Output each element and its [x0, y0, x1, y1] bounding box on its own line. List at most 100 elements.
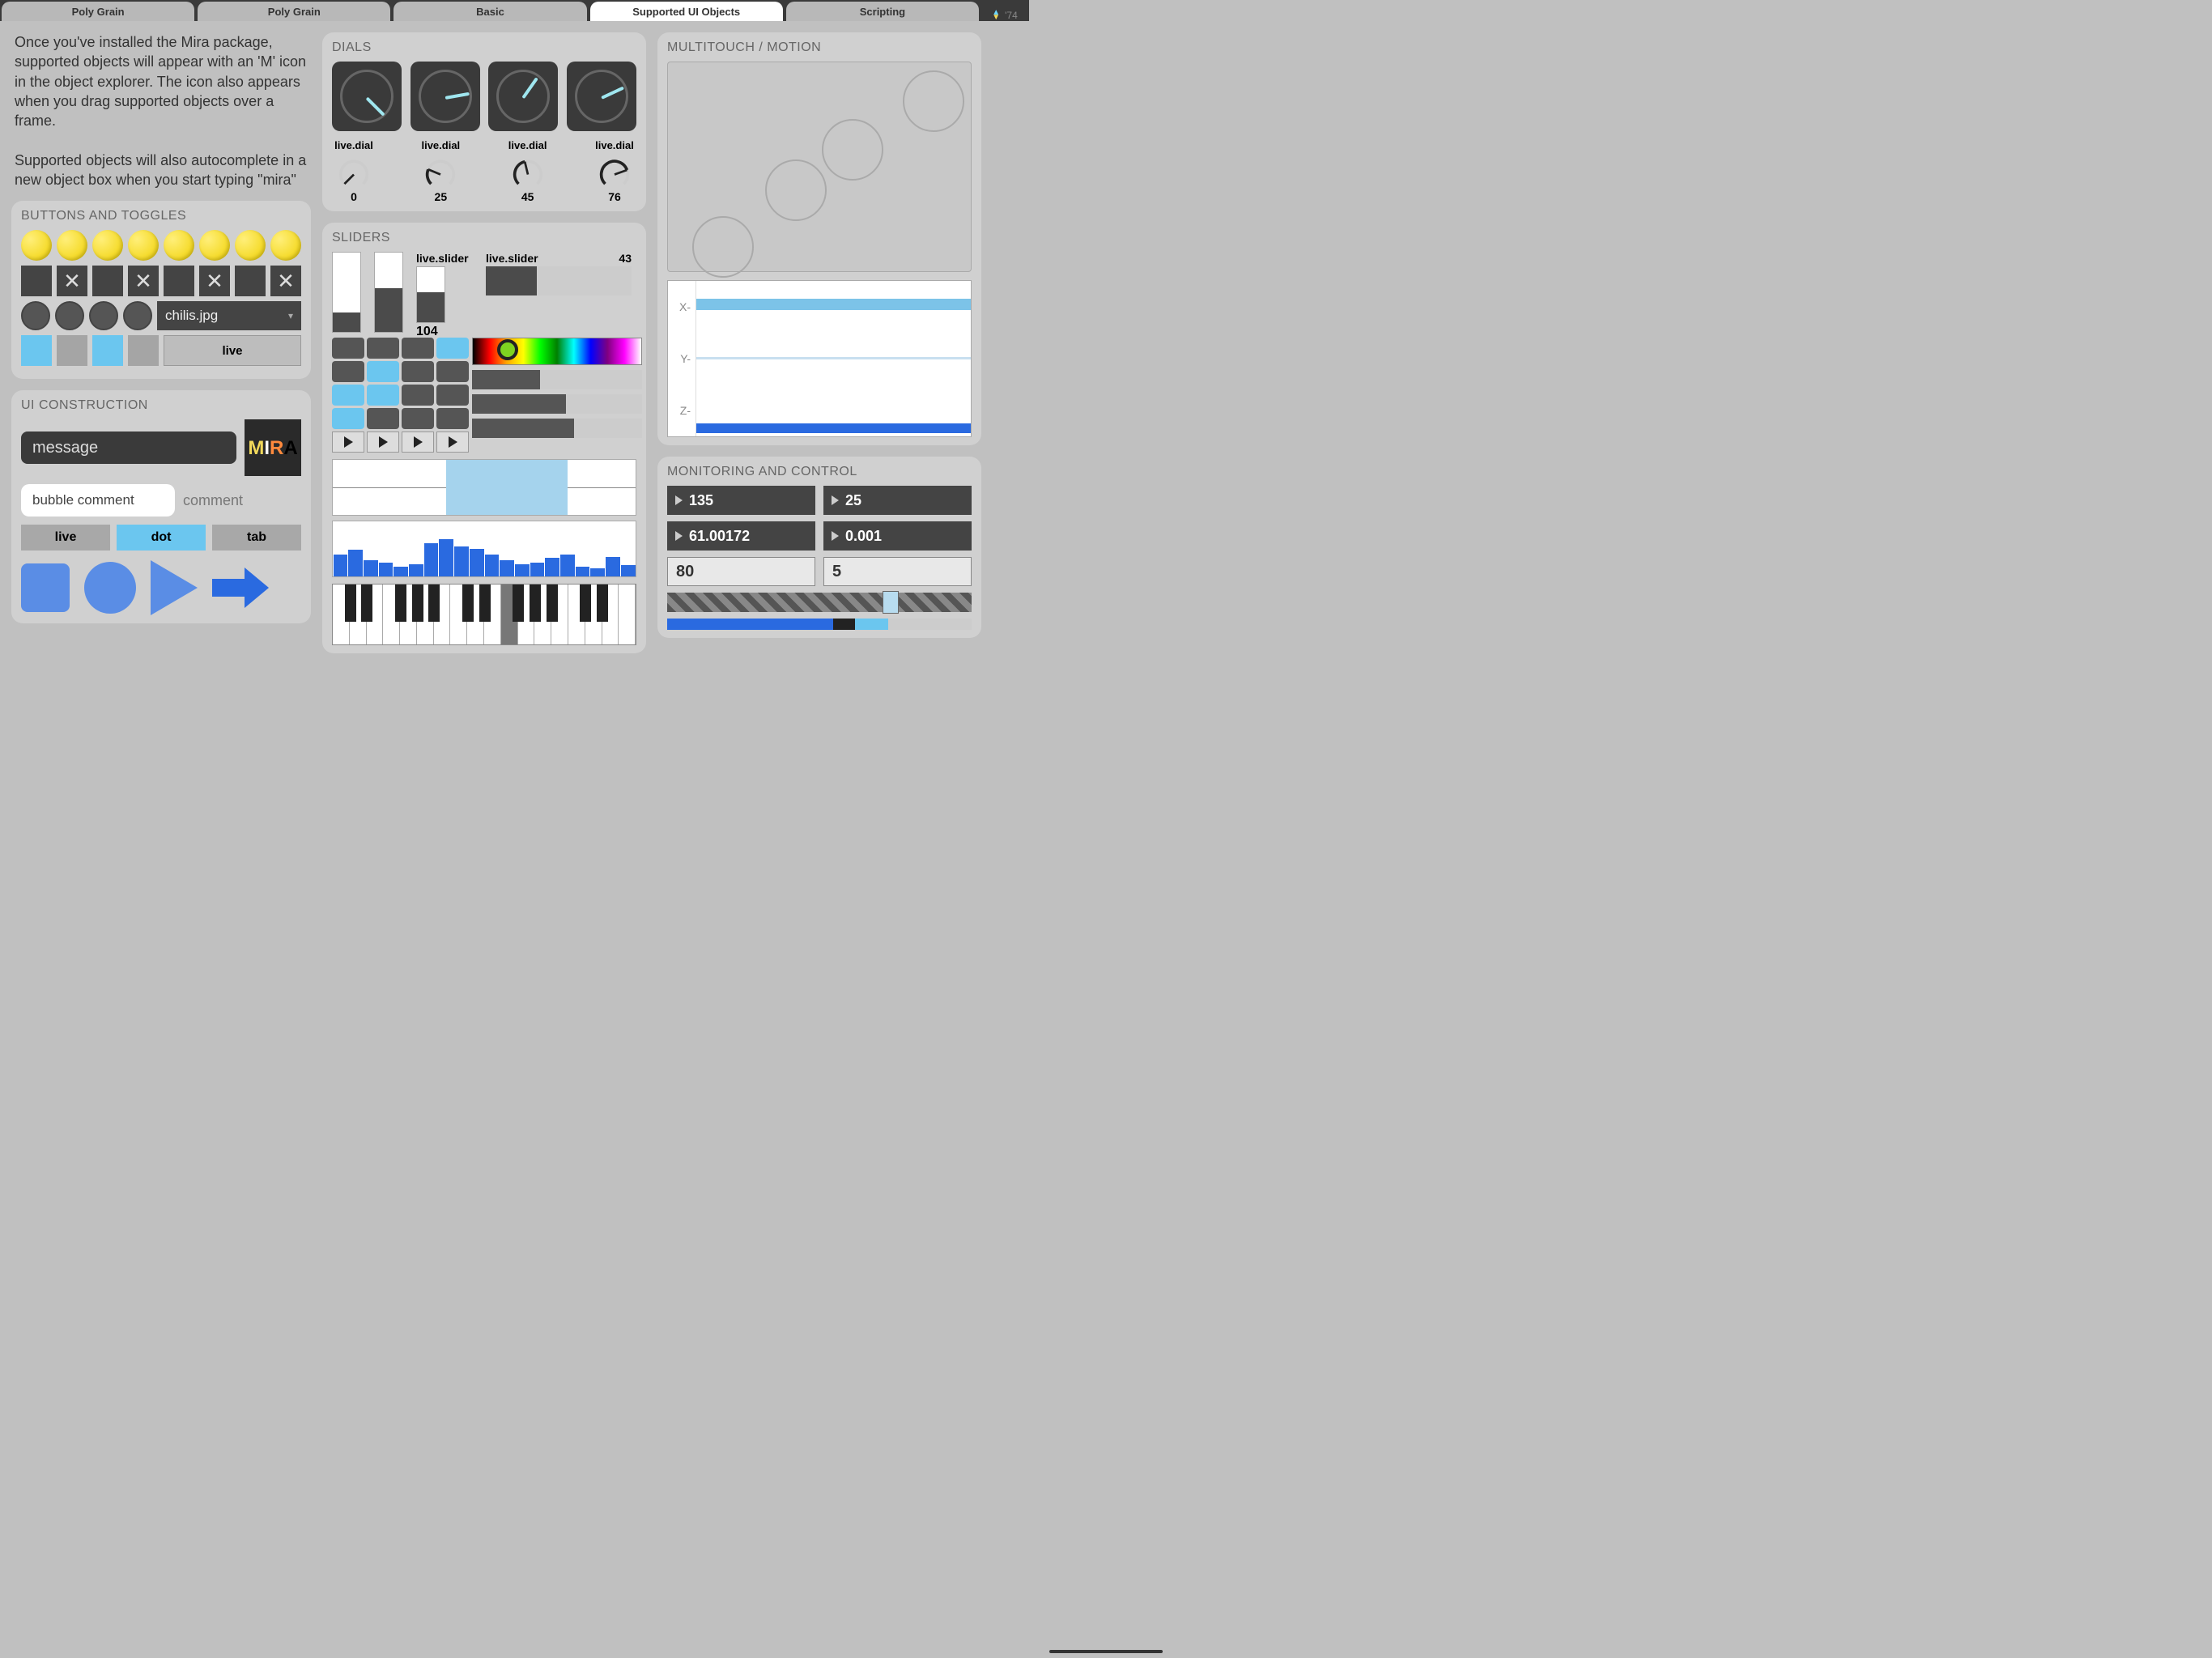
toggle[interactable]	[57, 266, 87, 296]
dial[interactable]	[488, 62, 558, 131]
live-text-button[interactable]: live	[164, 335, 301, 366]
touch-point[interactable]	[692, 216, 754, 278]
grid-cell[interactable]	[402, 385, 434, 406]
toggle[interactable]	[128, 266, 159, 296]
bang-button[interactable]	[270, 230, 301, 261]
toggle[interactable]	[92, 266, 123, 296]
piano-black-key[interactable]	[513, 585, 524, 622]
bang-button[interactable]	[235, 230, 266, 261]
slider-vertical[interactable]	[332, 252, 361, 333]
play-button[interactable]	[332, 432, 364, 453]
piano-black-key[interactable]	[428, 585, 440, 622]
grid-cell[interactable]	[367, 408, 399, 429]
piano-black-key[interactable]	[412, 585, 423, 622]
grid-cell[interactable]	[332, 408, 364, 429]
radio-button[interactable]	[21, 301, 50, 330]
piano-black-key[interactable]	[345, 585, 356, 622]
grid-cell[interactable]	[436, 408, 469, 429]
play-button[interactable]	[436, 432, 469, 453]
bang-button[interactable]	[199, 230, 230, 261]
grid-cell[interactable]	[332, 361, 364, 382]
grid-cell[interactable]	[402, 361, 434, 382]
grid-cell[interactable]	[367, 361, 399, 382]
play-button[interactable]	[367, 432, 399, 453]
grid-cell[interactable]	[402, 338, 434, 359]
piano-black-key[interactable]	[479, 585, 491, 622]
piano-black-key[interactable]	[597, 585, 608, 622]
toggle[interactable]	[21, 266, 52, 296]
live-dial[interactable]	[593, 155, 636, 187]
multitouch-area[interactable]	[667, 62, 972, 272]
grid-cell[interactable]	[436, 338, 469, 359]
tab-basic[interactable]: Basic	[393, 2, 586, 21]
gain-slider[interactable]	[472, 419, 642, 438]
live-slider[interactable]	[416, 266, 445, 323]
dial[interactable]	[567, 62, 636, 131]
position-slider[interactable]	[667, 593, 972, 612]
tab-poly-grain-2[interactable]: Poly Grain	[198, 2, 390, 21]
kslider-keyboard[interactable]	[332, 584, 636, 645]
bang-button[interactable]	[57, 230, 87, 261]
slider-vertical[interactable]	[374, 252, 403, 333]
live-numbox[interactable]: 5	[823, 557, 972, 586]
tab-supported-ui-objects[interactable]: Supported UI Objects	[590, 2, 783, 21]
live-grid[interactable]	[332, 338, 469, 429]
live-tab[interactable]: live dot tab	[21, 525, 301, 551]
number-box[interactable]: 135	[667, 486, 815, 515]
tab-option-tab[interactable]: tab	[212, 525, 301, 551]
radio-button[interactable]	[55, 301, 84, 330]
piano-black-key[interactable]	[462, 585, 474, 622]
piano-black-key[interactable]	[361, 585, 372, 622]
dial[interactable]	[332, 62, 402, 131]
waveform-display[interactable]	[332, 459, 636, 516]
play-button[interactable]	[402, 432, 434, 453]
grid-cell[interactable]	[436, 385, 469, 406]
bang-button[interactable]	[128, 230, 159, 261]
radio-button[interactable]	[123, 301, 152, 330]
flonum-box[interactable]: 0.001	[823, 521, 972, 551]
grid-cell[interactable]	[367, 338, 399, 359]
grid-cell[interactable]	[332, 385, 364, 406]
radio-button[interactable]	[89, 301, 118, 330]
live-dial[interactable]	[506, 155, 550, 187]
touch-point[interactable]	[903, 70, 964, 132]
message-box[interactable]: message	[21, 432, 236, 464]
live-toggle-off[interactable]	[57, 335, 87, 366]
position-handle[interactable]	[883, 591, 899, 614]
toggle[interactable]	[164, 266, 194, 296]
touch-point[interactable]	[765, 159, 827, 221]
sort-icon[interactable]	[992, 11, 1000, 20]
multislider[interactable]	[332, 521, 636, 577]
dial[interactable]	[410, 62, 480, 131]
toggle[interactable]	[199, 266, 230, 296]
grid-cell[interactable]	[332, 338, 364, 359]
bang-button[interactable]	[21, 230, 52, 261]
gain-slider[interactable]	[472, 370, 642, 389]
piano-black-key[interactable]	[395, 585, 406, 622]
live-toggle-on[interactable]	[21, 335, 52, 366]
number-box[interactable]: 25	[823, 486, 972, 515]
swatch-handle[interactable]	[497, 339, 518, 360]
toggle[interactable]	[235, 266, 266, 296]
grid-cell[interactable]	[436, 361, 469, 382]
flonum-box[interactable]: 61.00172	[667, 521, 815, 551]
touch-point[interactable]	[822, 119, 883, 181]
piano-black-key[interactable]	[530, 585, 541, 622]
live-slider-horizontal[interactable]	[486, 266, 632, 295]
swatch-color-picker[interactable]	[472, 338, 642, 365]
piano-black-key[interactable]	[580, 585, 591, 622]
gain-slider[interactable]	[472, 394, 642, 414]
grid-cell[interactable]	[402, 408, 434, 429]
tab-option-dot[interactable]: dot	[117, 525, 206, 551]
piano-white-key[interactable]	[619, 585, 636, 644]
piano-black-key[interactable]	[547, 585, 558, 622]
tab-poly-grain-1[interactable]: Poly Grain	[2, 2, 194, 21]
live-toggle-off[interactable]	[128, 335, 159, 366]
live-numbox[interactable]: 80	[667, 557, 815, 586]
grid-cell[interactable]	[367, 385, 399, 406]
bang-button[interactable]	[92, 230, 123, 261]
live-dial[interactable]	[332, 155, 376, 187]
live-toggle-on[interactable]	[92, 335, 123, 366]
toggle[interactable]	[270, 266, 301, 296]
tab-option-live[interactable]: live	[21, 525, 110, 551]
